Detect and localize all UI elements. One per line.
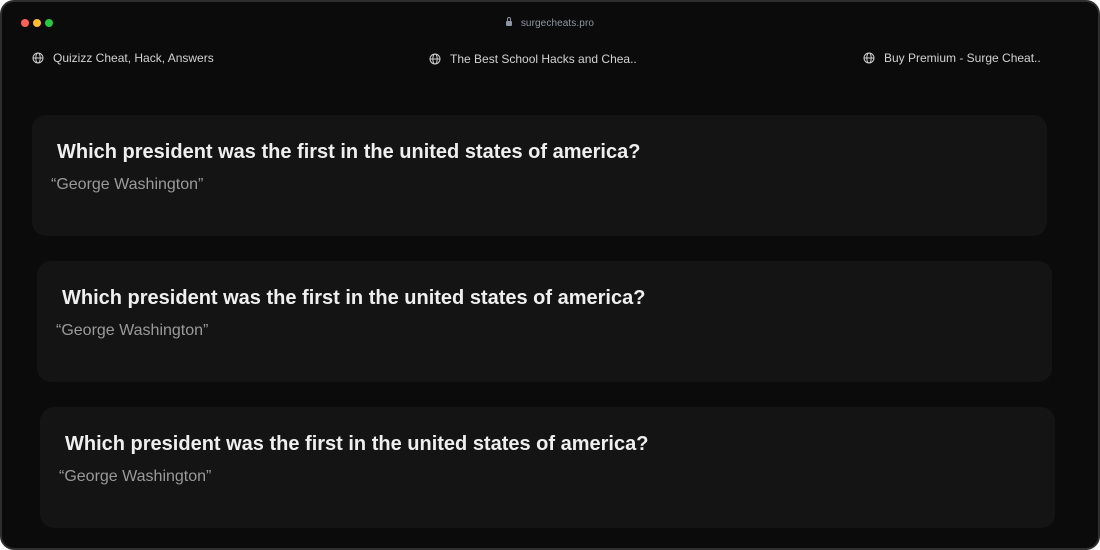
answer-text: “George Washington”	[56, 322, 209, 339]
globe-icon	[429, 53, 441, 65]
answer-card: Which president was the first in the uni…	[37, 261, 1052, 382]
bookmark-buy-premium[interactable]: Buy Premium - Surge Cheat..	[863, 51, 1041, 65]
lock-icon	[505, 17, 512, 26]
question-text: Which president was the first in the uni…	[62, 287, 646, 309]
answer-card: Which president was the first in the uni…	[40, 407, 1055, 528]
globe-icon	[863, 52, 875, 64]
bookmark-quizizz[interactable]: Quizizz Cheat, Hack, Answers	[32, 51, 214, 65]
url-text: surgecheats.pro	[520, 18, 595, 29]
bookmark-label: Quizizz Cheat, Hack, Answers	[53, 51, 214, 65]
question-text: Which president was the first in the uni…	[65, 433, 649, 455]
bookmark-label: Buy Premium - Surge Cheat..	[884, 51, 1041, 65]
answer-card: Which president was the first in the uni…	[32, 115, 1047, 236]
bookmark-label: The Best School Hacks and Chea..	[450, 52, 637, 66]
answer-text: “George Washington”	[59, 468, 212, 485]
answer-text: “George Washington”	[51, 176, 204, 193]
globe-icon	[32, 52, 44, 64]
bookmark-school-hacks[interactable]: The Best School Hacks and Chea..	[429, 52, 637, 66]
browser-window: surgecheats.pro Quizizz Cheat, Hack, Ans…	[0, 0, 1100, 550]
question-text: Which president was the first in the uni…	[57, 141, 641, 163]
address-bar[interactable]: surgecheats.pro	[2, 17, 1098, 29]
